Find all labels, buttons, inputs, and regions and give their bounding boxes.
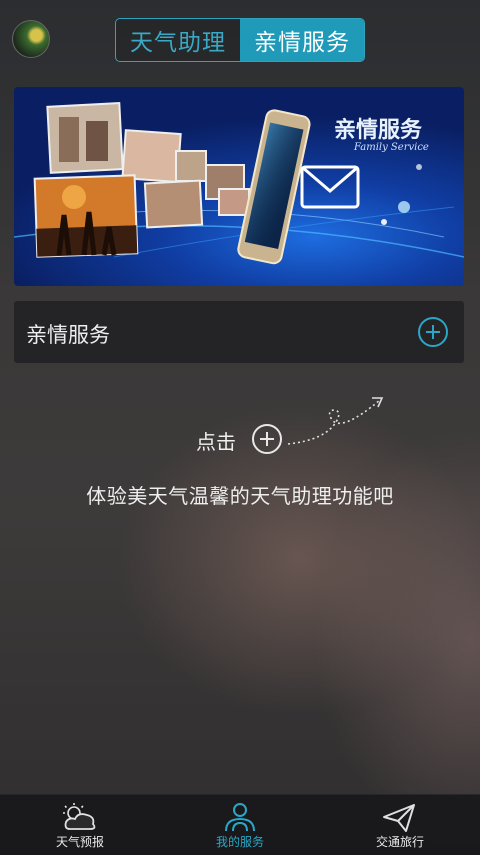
tab-my-services[interactable]: 我的服务 (160, 795, 320, 855)
hint-prefix: 点击 (196, 430, 236, 454)
tab-traffic-travel-label: 交通旅行 (375, 835, 424, 849)
plus-circle-icon (252, 424, 282, 454)
cloud-sun-icon (63, 803, 96, 830)
segmented-control: 天气助理 亲情服务 (115, 18, 365, 62)
tab-weather-assistant[interactable]: 天气助理 (116, 19, 240, 61)
tab-my-services-label: 我的服务 (215, 835, 264, 849)
family-service-label: 亲情服务 (26, 323, 110, 347)
envelope-icon (300, 165, 360, 209)
banner-title: 亲情服务 (334, 117, 423, 143)
plus-circle-icon[interactable] (418, 317, 448, 347)
paper-plane-icon (383, 804, 415, 832)
bottom-tab-bar: 天气预报 我的服务 交通旅行 (0, 794, 480, 855)
top-bar: 天气助理 亲情服务 (0, 0, 480, 80)
user-avatar[interactable] (12, 20, 50, 58)
users-icon (225, 803, 255, 832)
hint-description: 体验美天气温馨的天气助理功能吧 (86, 484, 394, 508)
dotted-arrow-icon (287, 397, 384, 445)
tab-weather-forecast[interactable]: 天气预报 (0, 795, 160, 855)
banner-subtitle: Family Service (354, 142, 429, 153)
tab-weather-forecast-label: 天气预报 (55, 835, 104, 849)
family-service-row[interactable]: 亲情服务 (14, 301, 464, 363)
tab-family-service[interactable]: 亲情服务 (240, 19, 364, 61)
tab-traffic-travel[interactable]: 交通旅行 (320, 795, 480, 855)
family-service-banner[interactable]: 亲情服务 Family Service (14, 87, 464, 286)
